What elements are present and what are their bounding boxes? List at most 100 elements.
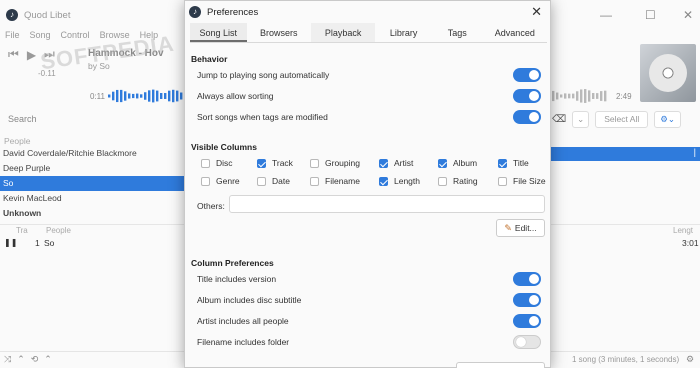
filter-menu-button[interactable]: ⚙⌄ bbox=[654, 111, 681, 128]
play-icon[interactable]: ▶ bbox=[27, 48, 36, 62]
checkbox[interactable] bbox=[438, 176, 447, 186]
waveform-bar bbox=[112, 91, 115, 101]
column-checkbox-genre[interactable]: Genre bbox=[201, 175, 240, 187]
repeat-icon[interactable]: ⟲ bbox=[31, 354, 39, 365]
waveform-bar bbox=[560, 94, 563, 98]
column-checkbox-title[interactable]: Title bbox=[498, 157, 529, 169]
menu-control[interactable]: Control bbox=[61, 30, 90, 40]
shuffle-icon[interactable]: ⤨ bbox=[4, 354, 11, 365]
list-item[interactable]: Kevin MacLeod bbox=[0, 191, 185, 206]
minimize-icon[interactable]: — bbox=[600, 8, 612, 22]
tab-library[interactable]: Library bbox=[375, 23, 432, 42]
waveform-bar bbox=[168, 90, 171, 102]
edit-columns-button[interactable]: ✎ Edit... bbox=[496, 219, 545, 237]
chevron-up-icon[interactable]: ⌃ bbox=[17, 354, 25, 365]
column-checkbox-rating[interactable]: Rating bbox=[438, 175, 478, 187]
close-icon[interactable]: ✕ bbox=[683, 8, 693, 22]
column-checkbox-disc[interactable]: Disc bbox=[201, 157, 233, 169]
always-allow-sorting-toggle[interactable] bbox=[513, 89, 541, 103]
menu-song[interactable]: Song bbox=[30, 30, 51, 40]
column-checkbox-date[interactable]: Date bbox=[257, 175, 290, 187]
partially-visible-button[interactable] bbox=[456, 362, 545, 368]
title-version-toggle[interactable] bbox=[513, 272, 541, 286]
checkbox-label: Date bbox=[272, 176, 290, 186]
list-item-selected[interactable]: So bbox=[0, 176, 185, 191]
waveform-bar bbox=[136, 93, 139, 99]
waveform-bar bbox=[556, 92, 559, 100]
setting-label: Title includes version bbox=[197, 274, 277, 284]
tab-playback[interactable]: Playback bbox=[310, 23, 376, 42]
waveform-bar bbox=[140, 94, 143, 98]
select-all-button[interactable]: Select All bbox=[595, 111, 649, 128]
column-checkbox-grouping[interactable]: Grouping bbox=[310, 157, 360, 169]
maximize-icon[interactable]: ☐ bbox=[645, 8, 656, 22]
people-list: David Coverdale/Ritchie Blackmore Deep P… bbox=[0, 146, 185, 221]
people-column-header[interactable]: People bbox=[46, 226, 71, 235]
waveform-bar bbox=[132, 93, 135, 99]
filename-folder-toggle[interactable] bbox=[513, 335, 541, 349]
clear-search-icon[interactable]: ⌫ bbox=[552, 114, 566, 125]
selected-row-highlight[interactable]: | bbox=[551, 147, 700, 161]
checkbox[interactable] bbox=[379, 158, 388, 168]
search-placeholder[interactable]: Search bbox=[8, 114, 37, 124]
artist-all-people-row: Artist includes all people bbox=[197, 313, 547, 329]
checkbox[interactable] bbox=[201, 158, 210, 168]
track-number: 1 bbox=[35, 238, 40, 248]
menu-file[interactable]: File bbox=[5, 30, 20, 40]
tab-song-list[interactable]: Song List bbox=[190, 23, 247, 42]
checkbox[interactable] bbox=[310, 176, 319, 186]
checkbox[interactable] bbox=[438, 158, 447, 168]
checkbox[interactable] bbox=[257, 176, 266, 186]
checkbox[interactable] bbox=[498, 158, 507, 168]
sort-when-modified-row: Sort songs when tags are modified bbox=[197, 109, 547, 125]
edit-button-label: Edit... bbox=[514, 223, 537, 233]
setting-label: Sort songs when tags are modified bbox=[197, 112, 328, 122]
others-label: Others: bbox=[197, 201, 225, 211]
checkbox-label: Title bbox=[513, 158, 529, 168]
length-column-header[interactable]: Lengt bbox=[673, 226, 693, 235]
settings-icon[interactable]: ⚙ bbox=[686, 354, 694, 365]
track-column-header[interactable]: Tra bbox=[16, 226, 28, 235]
checkbox-label: Track bbox=[272, 158, 293, 168]
list-item[interactable]: David Coverdale/Ritchie Blackmore bbox=[0, 146, 185, 161]
checkbox[interactable] bbox=[257, 158, 266, 168]
waveform-bar bbox=[120, 89, 123, 103]
others-columns-input[interactable] bbox=[229, 195, 545, 213]
waveform-bar bbox=[572, 93, 575, 99]
close-icon[interactable]: ✕ bbox=[531, 4, 542, 20]
checkbox[interactable] bbox=[379, 176, 388, 186]
search-dropdown-button[interactable]: ⌄ bbox=[572, 111, 590, 128]
disc-icon bbox=[649, 54, 687, 92]
artist-all-people-toggle[interactable] bbox=[513, 314, 541, 328]
checkbox[interactable] bbox=[310, 158, 319, 168]
album-cover[interactable] bbox=[640, 44, 696, 102]
list-item[interactable]: Unknown bbox=[0, 206, 185, 221]
previous-track-icon[interactable]: ⏮ bbox=[8, 47, 19, 62]
chevron-up-icon[interactable]: ⌃ bbox=[44, 354, 52, 365]
waveform-bar bbox=[148, 90, 151, 102]
checkbox-label: Grouping bbox=[325, 158, 360, 168]
people-column-header[interactable]: People bbox=[4, 136, 30, 146]
tab-browsers[interactable]: Browsers bbox=[247, 23, 311, 42]
sort-when-modified-toggle[interactable] bbox=[513, 110, 541, 124]
column-checkbox-length[interactable]: Length bbox=[379, 175, 420, 187]
main-window-title: Quod Libet bbox=[24, 9, 71, 21]
tab-advanced[interactable]: Advanced bbox=[483, 23, 547, 42]
checkbox[interactable] bbox=[201, 176, 210, 186]
album-disc-subtitle-toggle[interactable] bbox=[513, 293, 541, 307]
column-checkbox-filename[interactable]: Filename bbox=[310, 175, 360, 187]
setting-label: Always allow sorting bbox=[197, 91, 274, 101]
jump-to-playing-toggle[interactable] bbox=[513, 68, 541, 82]
column-checkbox-artist[interactable]: Artist bbox=[379, 157, 413, 169]
column-checkbox-file-size[interactable]: File Size bbox=[498, 175, 546, 187]
list-item[interactable]: Deep Purple bbox=[0, 161, 185, 176]
tab-tags[interactable]: Tags bbox=[432, 23, 483, 42]
column-checkbox-track[interactable]: Track bbox=[257, 157, 293, 169]
checkbox-label: Genre bbox=[216, 176, 240, 186]
checkbox-label: File Size bbox=[513, 176, 546, 186]
column-checkbox-album[interactable]: Album bbox=[438, 157, 477, 169]
checkbox[interactable] bbox=[498, 176, 507, 186]
waveform-bar bbox=[124, 91, 127, 101]
quodlibet-app-icon: ♪ bbox=[6, 9, 18, 21]
library-status: 1 song (3 minutes, 1 seconds) bbox=[572, 355, 680, 364]
